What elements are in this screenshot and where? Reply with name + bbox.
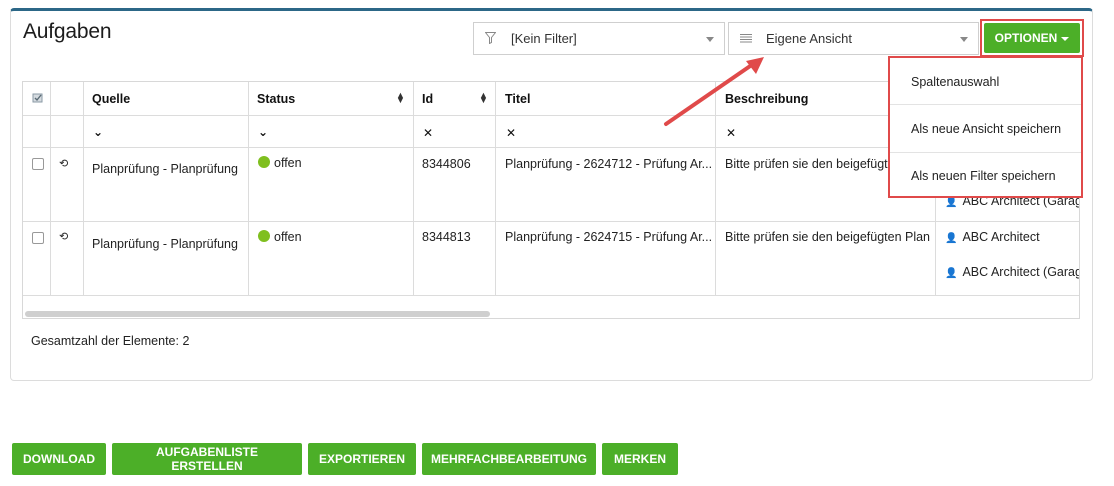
options-highlight: OPTIONEN — [980, 19, 1084, 57]
cell-status: offen — [258, 230, 302, 244]
column-header-quelle[interactable]: Quelle — [92, 92, 130, 106]
chevron-down-icon[interactable]: ⌄ — [258, 125, 268, 139]
view-select[interactable]: Eigene Ansicht — [728, 22, 979, 55]
cell-assignee: 👤 ABC Architect — [945, 230, 1040, 244]
history-icon[interactable]: ⟲ — [59, 157, 68, 170]
status-dot — [258, 230, 270, 242]
column-header-id[interactable]: Id — [422, 92, 433, 106]
cell-titel[interactable]: Planprüfung - 2624715 - Prüfung Ar... — [505, 230, 712, 244]
row-checkbox[interactable] — [32, 158, 44, 170]
person-icon: 👤 — [945, 268, 958, 279]
filter-icon — [484, 32, 497, 47]
bookmark-button[interactable]: MERKEN — [602, 443, 678, 475]
list-icon — [740, 32, 752, 47]
page-title: Aufgaben — [23, 20, 112, 43]
cell-status: offen — [258, 156, 302, 170]
bulk-edit-button[interactable]: MEHRFACHBEARBEITUNG — [422, 443, 596, 475]
caret-down-icon — [1061, 37, 1070, 41]
cell-id: 8344813 — [422, 230, 471, 244]
history-icon[interactable]: ⟲ — [59, 230, 68, 243]
clear-filter-icon[interactable]: ✕ — [423, 126, 433, 140]
menu-item-save-view[interactable]: Als neue Ansicht speichern — [890, 105, 1081, 153]
filter-value: [Kein Filter] — [511, 31, 577, 46]
scrollbar-thumb[interactable] — [25, 311, 490, 317]
status-dot — [258, 156, 270, 168]
export-button[interactable]: EXPORTIEREN — [308, 443, 416, 475]
select-all-icon[interactable] — [31, 91, 44, 109]
chevron-down-icon — [706, 37, 714, 42]
cell-quelle: Planprüfung - Planprüfung — [92, 237, 238, 251]
sort-icon[interactable]: ▲ ▼ — [479, 91, 488, 105]
sort-icon[interactable]: ▲ ▼ — [396, 91, 405, 105]
total-count: Gesamtzahl der Elemente: 2 — [31, 334, 190, 348]
column-header-titel[interactable]: Titel — [505, 92, 530, 106]
cell-beschreibung: Bitte prüfen sie den beigefügten — [725, 157, 902, 171]
filter-select[interactable]: [Kein Filter] — [473, 22, 725, 55]
chevron-down-icon — [960, 37, 968, 42]
options-button[interactable]: OPTIONEN — [984, 23, 1080, 53]
cell-titel[interactable]: Planprüfung - 2624712 - Prüfung Ar... — [505, 157, 712, 171]
options-menu: Spaltenauswahl Als neue Ansicht speicher… — [888, 56, 1083, 198]
menu-item-save-filter[interactable]: Als neuen Filter speichern — [890, 152, 1081, 200]
download-button[interactable]: DOWNLOAD — [12, 443, 106, 475]
options-label: OPTIONEN — [994, 31, 1058, 45]
clear-filter-icon[interactable]: ✕ — [506, 126, 516, 140]
menu-item-column-selection[interactable]: Spaltenauswahl — [890, 58, 1081, 106]
cell-beschreibung: Bitte prüfen sie den beigefügten Plan — [725, 230, 931, 244]
person-icon: 👤 — [945, 233, 958, 244]
chevron-down-icon[interactable]: ⌄ — [93, 125, 103, 139]
row-checkbox[interactable] — [32, 232, 44, 244]
create-tasklist-button[interactable]: AUFGABENLISTE ERSTELLEN — [112, 443, 302, 475]
annotation-arrow — [664, 57, 764, 126]
cell-assignee: 👤 ABC Architect (Garage — [945, 265, 1080, 279]
cell-id: 8344806 — [422, 157, 471, 171]
view-value: Eigene Ansicht — [766, 31, 853, 46]
cell-quelle: Planprüfung - Planprüfung — [92, 162, 238, 176]
column-header-status[interactable]: Status — [257, 92, 295, 106]
